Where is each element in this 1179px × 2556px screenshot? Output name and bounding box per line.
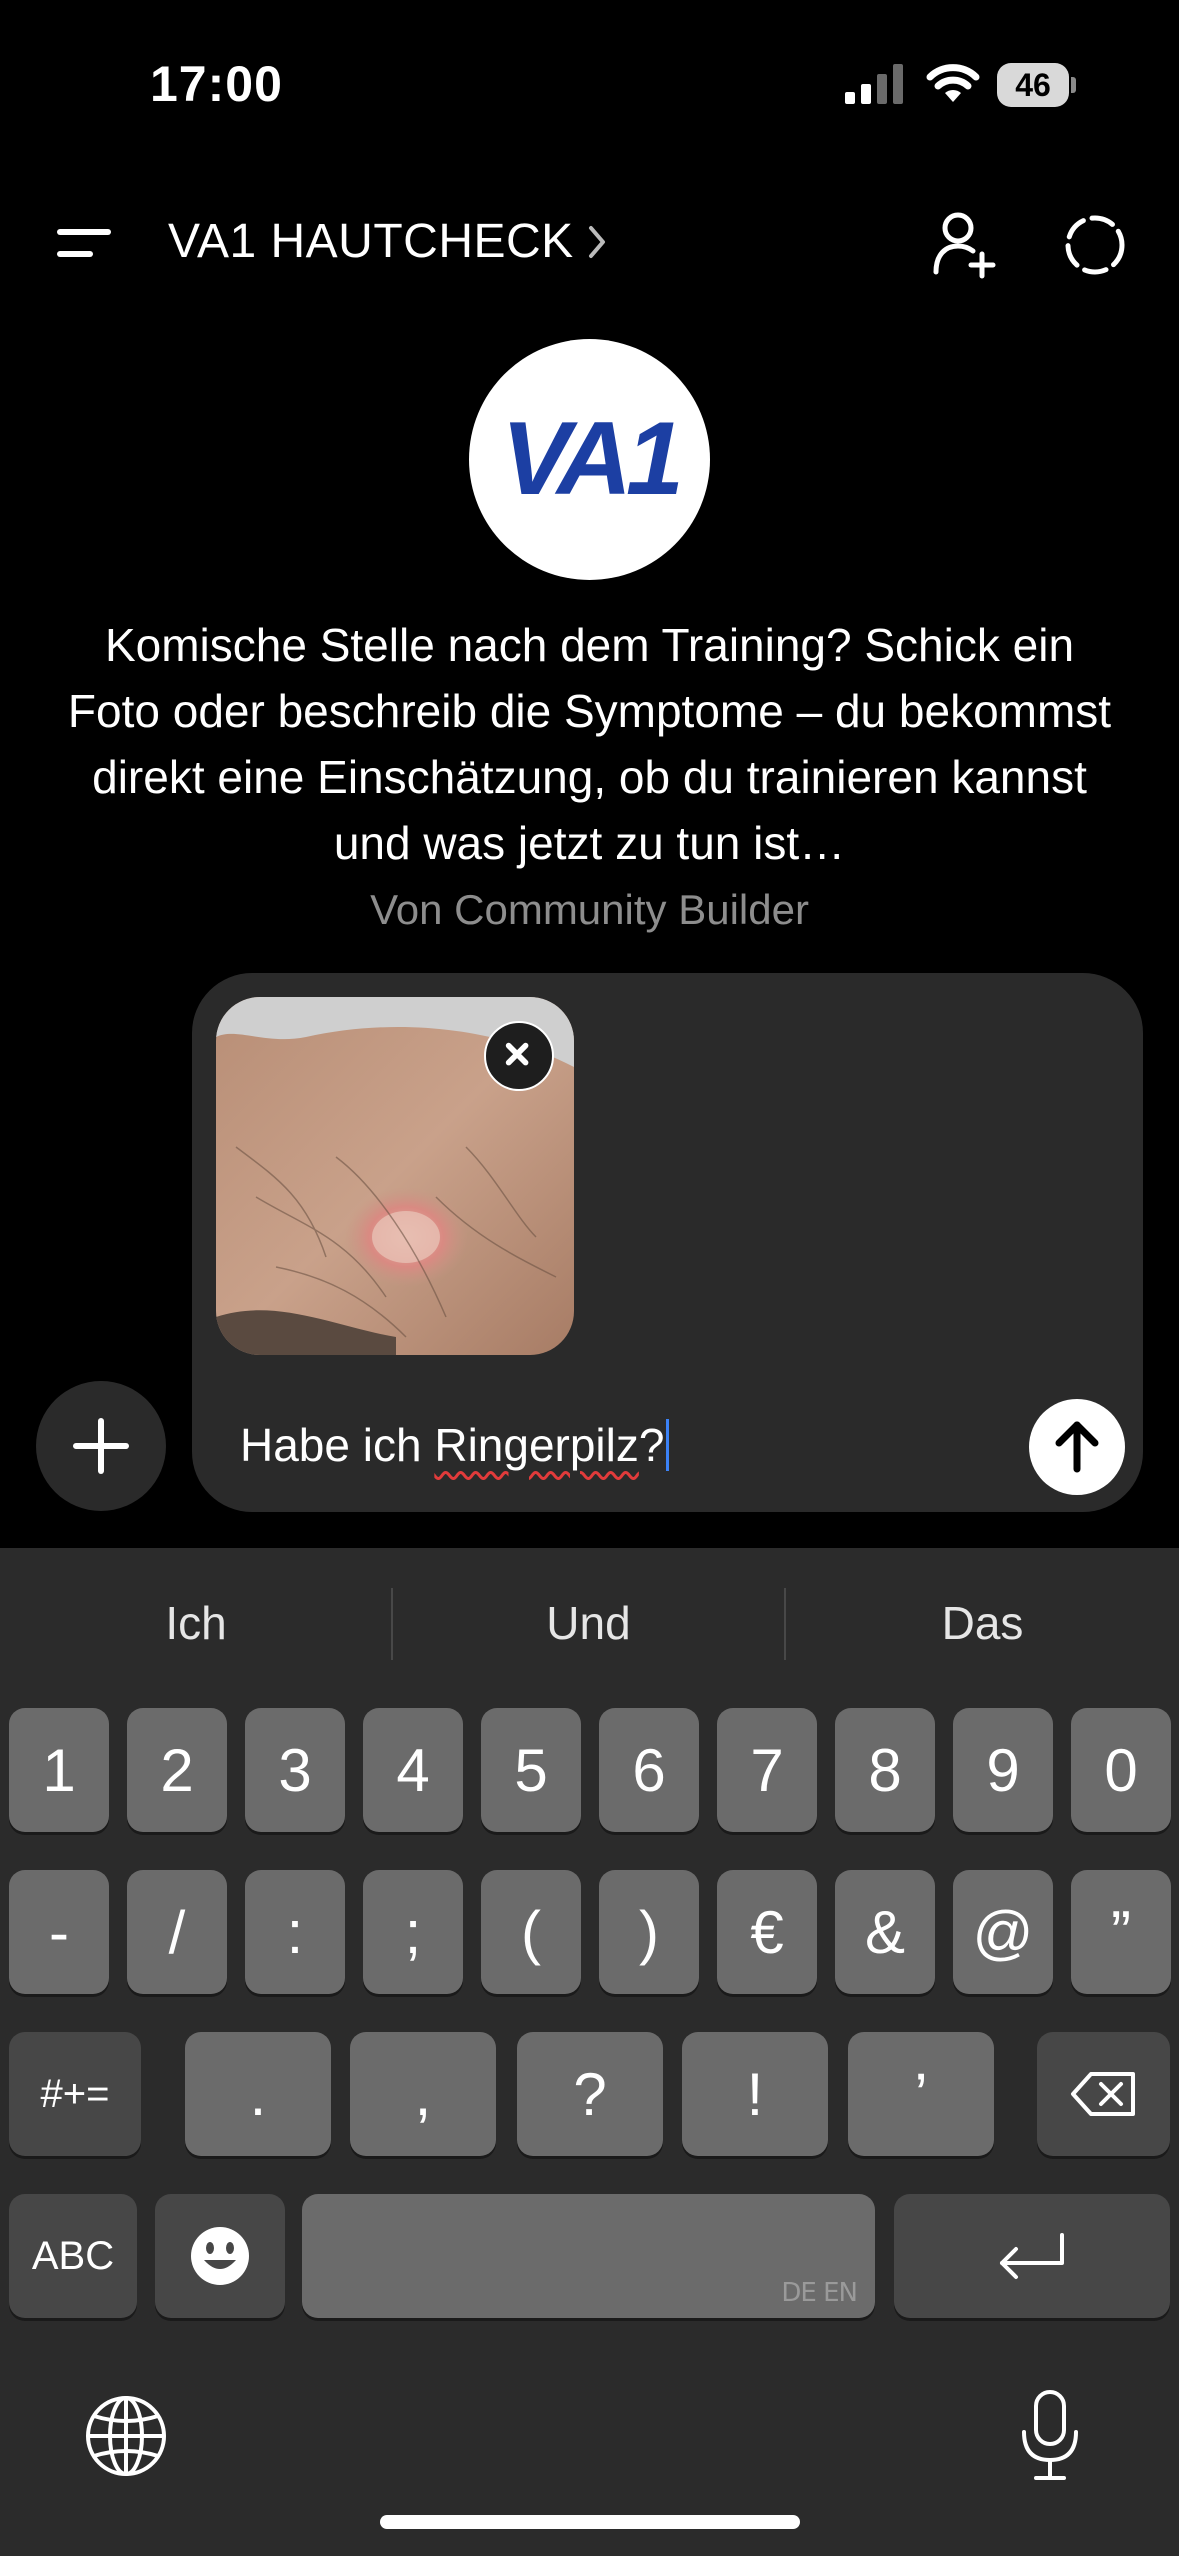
key-symbols-mode[interactable]: #+= (9, 2032, 141, 2156)
delete-key[interactable] (1037, 2032, 1170, 2156)
home-indicator[interactable] (380, 2515, 800, 2529)
message-composer[interactable]: Habe ich Ringerpilz? (192, 973, 1143, 1512)
misspelled-word[interactable]: Ringerpilz (434, 1419, 639, 1471)
return-key[interactable] (894, 2194, 1170, 2318)
attached-photo[interactable] (216, 997, 574, 1355)
attach-button[interactable] (36, 1381, 166, 1511)
battery-level: 46 (1015, 66, 1051, 103)
key-open-paren[interactable]: ( (481, 1870, 581, 1994)
emoji-key[interactable] (155, 2194, 285, 2318)
message-text-prefix: Habe ich (240, 1419, 435, 1471)
key-apostrophe[interactable]: ’ (848, 2032, 994, 2156)
bot-logo: VA1 (469, 339, 710, 580)
cellular-signal-icon (845, 64, 903, 104)
text-caret (666, 1419, 670, 1471)
key-ampersand[interactable]: & (835, 1870, 935, 1994)
key-8[interactable]: 8 (835, 1708, 935, 1832)
key-abc[interactable]: ABC (9, 2194, 137, 2318)
arrow-up-icon (1055, 1421, 1099, 1473)
bot-description: Komische Stelle nach dem Training? Schic… (67, 619, 1112, 869)
plus-icon (73, 1418, 129, 1474)
add-user-icon[interactable] (932, 208, 998, 280)
key-2[interactable]: 2 (127, 1708, 227, 1832)
key-1[interactable]: 1 (9, 1708, 109, 1832)
keyboard: Ich Und Das 1 2 3 4 5 6 7 8 9 0 - / : ; … (0, 1548, 1179, 2556)
key-0[interactable]: 0 (1071, 1708, 1171, 1832)
suggestion-3[interactable]: Das (786, 1548, 1179, 1698)
close-icon (505, 1042, 529, 1066)
key-slash[interactable]: / (127, 1870, 227, 1994)
status-time: 17:00 (150, 56, 283, 112)
bot-byline: Von Community Builder (370, 886, 809, 933)
key-quote[interactable]: ” (1071, 1870, 1171, 1994)
key-semicolon[interactable]: ; (363, 1870, 463, 1994)
space-key[interactable]: DE EN (302, 2194, 875, 2318)
key-at[interactable]: @ (953, 1870, 1053, 1994)
suggestion-2[interactable]: Und (393, 1548, 784, 1698)
key-period[interactable]: . (185, 2032, 331, 2156)
suggestion-1[interactable]: Ich (0, 1548, 392, 1698)
temporary-chat-icon[interactable] (1062, 212, 1128, 278)
key-4[interactable]: 4 (363, 1708, 463, 1832)
emoji-icon (191, 2227, 249, 2285)
key-5[interactable]: 5 (481, 1708, 581, 1832)
menu-icon[interactable] (54, 222, 114, 266)
key-colon[interactable]: : (245, 1870, 345, 1994)
wifi-icon (926, 64, 980, 102)
chevron-right-icon (589, 226, 605, 258)
key-close-paren[interactable]: ) (599, 1870, 699, 1994)
globe-icon[interactable] (84, 2394, 168, 2478)
bot-logo-text: VA1 (501, 401, 684, 517)
key-hyphen[interactable]: - (9, 1870, 109, 1994)
backspace-icon (1070, 2072, 1135, 2116)
send-button[interactable] (1029, 1399, 1125, 1495)
microphone-icon[interactable] (1016, 2388, 1084, 2484)
message-text-suffix: ? (638, 1419, 665, 1471)
return-icon (1000, 2233, 1064, 2279)
battery-indicator: 46 (997, 63, 1077, 109)
remove-photo-button[interactable] (484, 1021, 554, 1091)
key-7[interactable]: 7 (717, 1708, 817, 1832)
key-9[interactable]: 9 (953, 1708, 1053, 1832)
key-question[interactable]: ? (517, 2032, 663, 2156)
key-euro[interactable]: € (717, 1870, 817, 1994)
key-3[interactable]: 3 (245, 1708, 345, 1832)
message-input[interactable]: Habe ich Ringerpilz? (240, 1418, 670, 1472)
chat-title[interactable]: VA1 HAUTCHECK (168, 214, 574, 269)
space-language-label: DE EN (781, 2278, 858, 2308)
key-exclamation[interactable]: ! (682, 2032, 828, 2156)
key-comma[interactable]: , (350, 2032, 496, 2156)
key-6[interactable]: 6 (599, 1708, 699, 1832)
